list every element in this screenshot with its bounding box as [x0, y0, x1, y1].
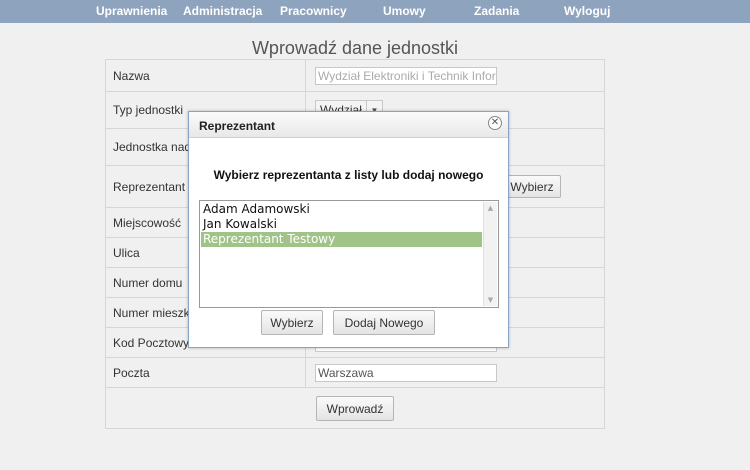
dialog-title: Reprezentant — [199, 119, 276, 133]
add-new-button[interactable]: Dodaj Nowego — [333, 310, 435, 335]
reprezentant-listbox[interactable]: Adam Adamowski Jan Kowalski Reprezentant… — [199, 200, 499, 308]
dialog-select-button[interactable]: Wybierz — [261, 310, 323, 335]
list-item[interactable]: Jan Kowalski — [201, 217, 482, 232]
scroll-up-icon[interactable]: ▲ — [484, 202, 497, 214]
list-item[interactable]: Adam Adamowski — [201, 202, 482, 217]
scroll-down-icon[interactable]: ▼ — [484, 294, 497, 306]
list-item-selected[interactable]: Reprezentant Testowy — [201, 232, 482, 247]
dialog-header: Reprezentant ✕ — [189, 112, 508, 138]
close-icon[interactable]: ✕ — [488, 116, 502, 130]
modal-overlay: Reprezentant ✕ Wybierz reprezentanta z l… — [0, 0, 750, 470]
listbox-scrollbar[interactable]: ▲ ▼ — [483, 202, 497, 306]
reprezentant-dialog: Reprezentant ✕ Wybierz reprezentanta z l… — [188, 111, 509, 348]
dialog-instruction: Wybierz reprezentanta z listy lub dodaj … — [213, 168, 484, 182]
